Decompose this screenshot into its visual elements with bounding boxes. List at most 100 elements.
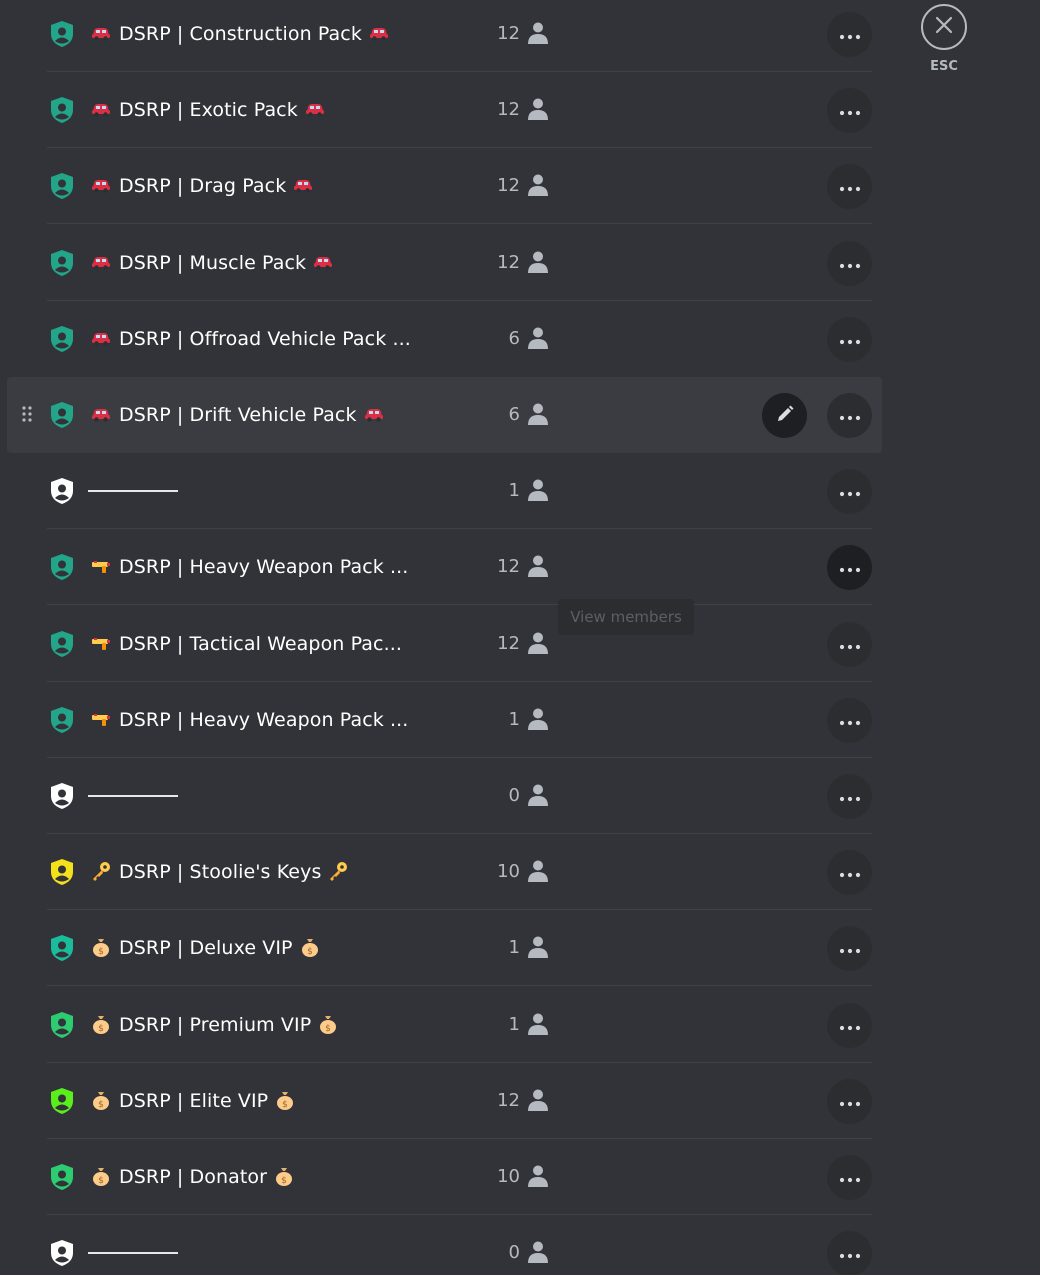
role-row[interactable]: DSRP | Heavy Weapon Pack ... 12: [47, 529, 872, 606]
person-icon: [527, 1012, 549, 1036]
moneybag-icon: $: [317, 1013, 339, 1035]
more-options-button[interactable]: [827, 697, 872, 743]
edit-role-button[interactable]: [762, 393, 807, 438]
role-row[interactable]: $ DSRP | Elite VIP $12: [47, 1063, 872, 1139]
member-count-value: 10: [497, 1166, 520, 1187]
role-name: DSRP | Deluxe VIP $: [119, 935, 439, 961]
person-icon: [527, 783, 549, 807]
close-settings[interactable]: ESC: [921, 4, 969, 80]
car-icon: [363, 403, 385, 425]
car-icon: [90, 174, 112, 196]
more-options-button[interactable]: [827, 393, 872, 438]
role-row[interactable]: $ DSRP | Premium VIP $1: [47, 987, 872, 1063]
key-icon: [90, 860, 112, 882]
role-row[interactable]: $ DSRP | Donator $10: [47, 1139, 872, 1215]
member-count[interactable]: 12: [467, 630, 549, 658]
member-count-value: 1: [508, 937, 520, 959]
member-count[interactable]: 10: [467, 858, 549, 886]
car-icon: [292, 174, 314, 196]
member-count[interactable]: 12: [467, 1087, 549, 1115]
member-count[interactable]: 12: [467, 172, 549, 200]
role-row[interactable]: DSRP | Drift Vehicle Pack 6: [7, 377, 882, 453]
car-icon: [90, 403, 112, 425]
svg-text:$: $: [281, 1176, 287, 1186]
member-count[interactable]: 1: [467, 706, 549, 734]
member-count[interactable]: 0: [467, 1239, 549, 1267]
role-row[interactable]: DSRP | Drag Pack 12: [47, 148, 872, 225]
role-name: DSRP | Offroad Vehicle Pack ...: [119, 327, 411, 350]
moneybag-icon: $: [90, 936, 112, 958]
person-icon: [527, 631, 549, 655]
member-count-value: 1: [508, 708, 520, 730]
more-options-button[interactable]: [827, 12, 872, 57]
moneybag-icon: $: [90, 1013, 112, 1035]
member-count-value: 12: [497, 1089, 520, 1111]
more-options-button[interactable]: [827, 545, 872, 591]
role-name: DSRP | Muscle Pack: [119, 250, 439, 276]
car-icon: [304, 98, 326, 120]
more-dots-icon: [839, 406, 861, 425]
member-count[interactable]: 0: [467, 782, 549, 810]
person-icon: [527, 250, 549, 274]
person-icon: [527, 554, 549, 578]
role-row[interactable]: DSRP | Muscle Pack 12: [47, 225, 872, 301]
more-options-button[interactable]: [827, 1231, 872, 1275]
more-options-button[interactable]: [827, 164, 872, 210]
role-shield-icon: [49, 782, 75, 810]
more-options-button[interactable]: [827, 240, 872, 286]
more-options-button[interactable]: [827, 469, 872, 515]
gun-icon: [90, 555, 112, 577]
role-row[interactable]: DSRP | Tactical Weapon Pac... 12: [47, 606, 872, 682]
role-row[interactable]: DSRP | Offroad Vehicle Pack ... 6: [47, 301, 872, 377]
close-button[interactable]: [921, 4, 967, 50]
more-options-button[interactable]: [827, 774, 872, 819]
member-count[interactable]: 6: [467, 325, 549, 353]
moneybag-icon: $: [90, 1089, 112, 1111]
more-options-button[interactable]: [827, 1002, 872, 1048]
more-dots-icon: [839, 1168, 861, 1187]
role-row[interactable]: 0: [47, 1215, 872, 1275]
more-options-button[interactable]: [827, 850, 872, 896]
car-icon: [90, 327, 112, 349]
more-options-button[interactable]: [827, 316, 872, 362]
role-shield-icon: [49, 706, 75, 734]
role-shield-icon: [49, 477, 75, 505]
person-icon: [527, 173, 549, 197]
role-row[interactable]: DSRP | Heavy Weapon Pack ... 1: [47, 682, 872, 758]
more-options-button[interactable]: [827, 88, 872, 134]
member-count[interactable]: 12: [467, 249, 549, 277]
role-row[interactable]: $ DSRP | Deluxe VIP $1: [47, 910, 872, 987]
member-count[interactable]: 10: [467, 1163, 549, 1191]
svg-text:$: $: [307, 947, 313, 957]
more-options-button[interactable]: [827, 1078, 872, 1124]
member-count[interactable]: 1: [467, 934, 549, 962]
role-shield-icon: [49, 401, 75, 429]
more-options-button[interactable]: [827, 621, 872, 667]
role-shield-icon: [49, 1087, 75, 1115]
member-count-value: 12: [497, 99, 520, 121]
more-dots-icon: [839, 482, 861, 501]
role-row[interactable]: DSRP | Construction Pack 12: [47, 0, 872, 72]
member-count[interactable]: 12: [467, 553, 549, 581]
more-options-button[interactable]: [827, 926, 872, 972]
role-name: DSRP | Heavy Weapon Pack ...: [119, 556, 409, 579]
role-row[interactable]: 0: [47, 758, 872, 834]
member-count[interactable]: 6: [467, 401, 549, 429]
role-divider-name: [88, 1252, 178, 1255]
more-options-button[interactable]: [827, 1155, 872, 1200]
role-settings-panel: DSRP | Construction Pack 12 DSRP | Exotic …: [0, 0, 1040, 1275]
person-icon: [527, 1164, 549, 1188]
car-icon: [90, 251, 112, 273]
role-row[interactable]: DSRP | Stoolie's Keys 10: [47, 834, 872, 911]
member-count[interactable]: 12: [467, 20, 549, 48]
drag-handle-icon[interactable]: [21, 405, 33, 423]
member-count[interactable]: 1: [467, 1011, 549, 1039]
member-count[interactable]: 1: [467, 477, 549, 505]
role-row[interactable]: 1: [47, 453, 872, 530]
svg-text:$: $: [98, 1176, 104, 1186]
role-row[interactable]: DSRP | Exotic Pack 12: [47, 72, 872, 149]
person-icon: [527, 707, 549, 731]
member-count[interactable]: 12: [467, 96, 549, 124]
gun-icon: [90, 632, 112, 654]
role-shield-icon: [49, 858, 75, 886]
